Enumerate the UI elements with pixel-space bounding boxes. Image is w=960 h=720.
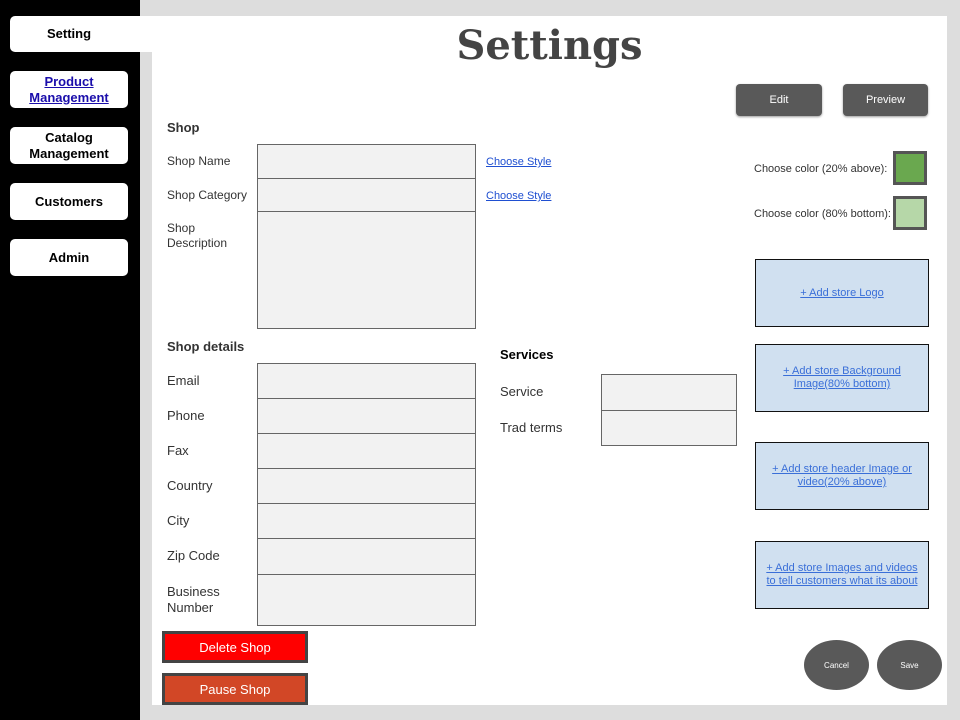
page-title-text: Settings [456, 22, 643, 69]
shop-name-field[interactable] [257, 144, 476, 179]
cancel-button[interactable]: Cancel [804, 640, 869, 690]
sidebar-item-admin[interactable]: Admin [10, 239, 128, 276]
page-title: Settings [152, 22, 947, 69]
details-field[interactable] [257, 398, 476, 434]
color-bottom-swatch[interactable] [893, 196, 927, 230]
shop-name-label: Shop Name [167, 154, 231, 168]
details-label: Zip Code [167, 548, 220, 563]
add-store-header-button[interactable]: + Add store header Image or video(20% ab… [755, 442, 929, 510]
color-top-swatch[interactable] [893, 151, 927, 185]
sidebar-item-setting[interactable]: Setting [10, 16, 152, 52]
details-field[interactable] [257, 503, 476, 539]
sidebar-item-product-management[interactable]: Product Management [10, 71, 128, 108]
shop-details-title: Shop details [167, 339, 245, 354]
details-field[interactable] [257, 574, 476, 626]
service-label: Service [500, 384, 544, 399]
settings-panel: Settings Edit Preview Shop Shop Name Sho… [152, 16, 947, 705]
shop-description-label: Shop Description [167, 221, 228, 250]
shop-section-title: Shop [167, 120, 200, 135]
save-button[interactable]: Save [877, 640, 942, 690]
delete-shop-button[interactable]: Delete Shop [162, 631, 308, 663]
add-store-media-button[interactable]: + Add store Images and videos to tell cu… [755, 541, 929, 609]
details-field[interactable] [257, 363, 476, 399]
sidebar: Setting Product Management Catalog Manag… [0, 0, 152, 720]
color-bottom-label: Choose color (80% bottom): [754, 208, 891, 220]
details-field[interactable] [257, 538, 476, 575]
details-field[interactable] [257, 433, 476, 469]
details-label: City [167, 513, 190, 528]
service-field[interactable] [601, 374, 737, 411]
add-store-background-button[interactable]: + Add store Background Image(80% bottom) [755, 344, 929, 412]
trade-terms-label: Trad terms [500, 420, 563, 435]
details-label: Email [167, 373, 200, 388]
details-label: Country [167, 478, 213, 493]
details-label: Phone [167, 408, 205, 423]
choose-style-name-link[interactable]: Choose Style [486, 156, 551, 168]
preview-button[interactable]: Preview [843, 84, 928, 116]
details-field[interactable] [257, 468, 476, 504]
sidebar-item-catalog-management[interactable]: Catalog Management [10, 127, 128, 164]
edit-button[interactable]: Edit [736, 84, 822, 116]
details-label: Fax [167, 443, 189, 458]
sidebar-item-customers[interactable]: Customers [10, 183, 128, 220]
services-title: Services [500, 347, 554, 362]
color-top-label: Choose color (20% above): [754, 163, 888, 175]
choose-style-category-link[interactable]: Choose Style [486, 190, 551, 202]
shop-category-field[interactable] [257, 178, 476, 212]
shop-description-field[interactable] [257, 211, 476, 329]
details-label: Business Number [167, 584, 220, 615]
shop-category-label: Shop Category [167, 188, 248, 202]
add-store-logo-button[interactable]: + Add store Logo [755, 259, 929, 327]
pause-shop-button[interactable]: Pause Shop [162, 673, 308, 705]
trade-terms-field[interactable] [601, 410, 737, 446]
